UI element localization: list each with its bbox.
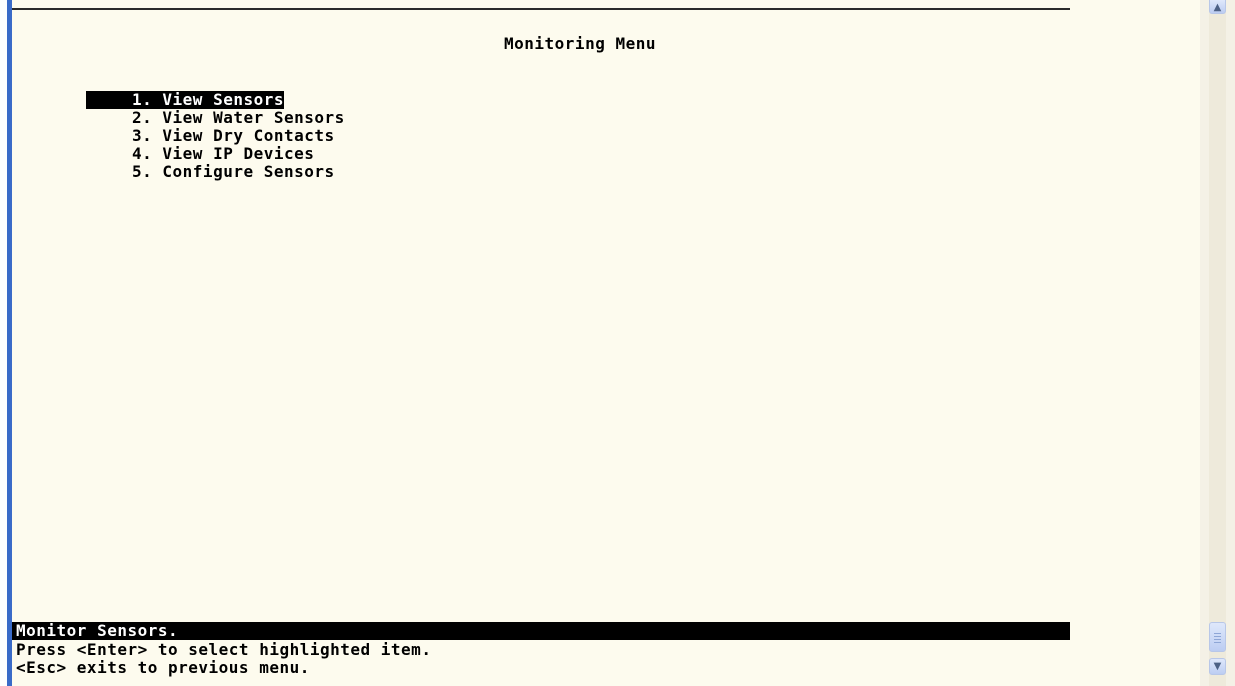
- scrollbar-thumb[interactable]: [1209, 622, 1226, 652]
- help-text-esc: <Esc> exits to previous menu.: [16, 658, 310, 677]
- menu-item-view-ip-devices[interactable]: 4. View IP Devices: [132, 145, 314, 163]
- menu-item-view-water-sensors[interactable]: 2. View Water Sensors: [132, 109, 345, 127]
- grip-line: [1214, 642, 1221, 643]
- chevron-down-icon: ▼: [1213, 661, 1222, 672]
- terminal-screen[interactable]: Monitoring Menu 1. View Sensors 2. View …: [12, 0, 1200, 686]
- scroll-up-button[interactable]: ▲: [1209, 0, 1226, 14]
- grip-line: [1214, 636, 1221, 637]
- grip-line: [1214, 639, 1221, 640]
- top-divider: [12, 8, 1070, 10]
- status-bar: Monitor Sensors.: [12, 622, 1070, 640]
- menu-title: Monitoring Menu: [504, 34, 656, 53]
- vertical-scrollbar[interactable]: ▲ ▼: [1200, 0, 1235, 686]
- help-text-enter: Press <Enter> to select highlighted item…: [16, 640, 432, 659]
- menu-item-view-dry-contacts[interactable]: 3. View Dry Contacts: [132, 127, 335, 145]
- terminal-window: Monitoring Menu 1. View Sensors 2. View …: [0, 0, 1235, 686]
- scroll-down-button[interactable]: ▼: [1209, 658, 1226, 675]
- menu-item-configure-sensors[interactable]: 5. Configure Sensors: [132, 163, 335, 181]
- arrow-up-icon: ▲: [1213, 2, 1222, 13]
- scrollbar-track[interactable]: [1209, 0, 1226, 686]
- grip-line: [1214, 633, 1221, 634]
- menu-item-view-sensors[interactable]: 1. View Sensors: [86, 91, 284, 109]
